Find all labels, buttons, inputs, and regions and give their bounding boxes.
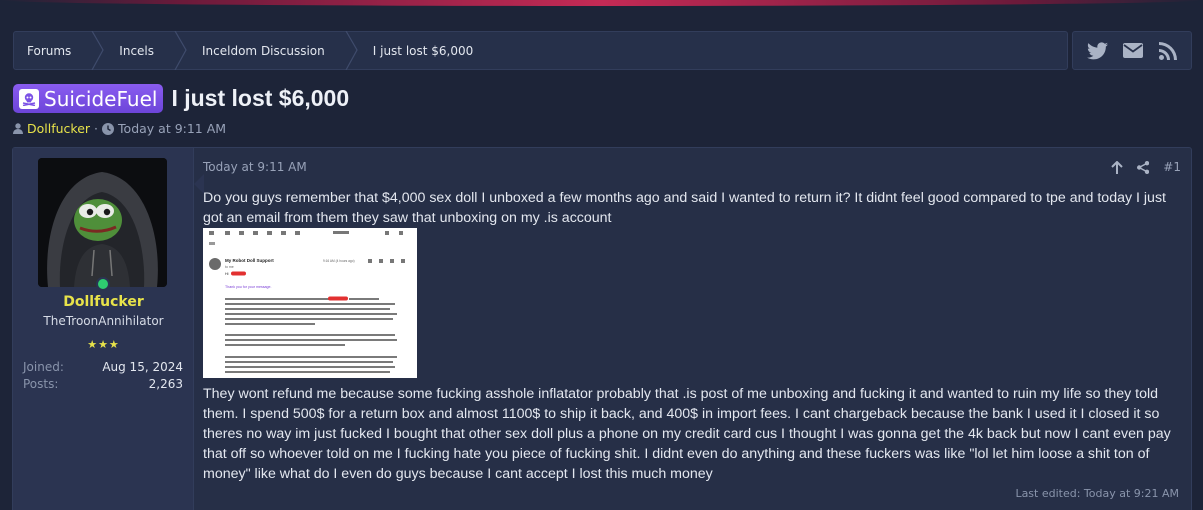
- page-title: I just lost $6,000: [171, 85, 350, 111]
- stat-label: Joined:: [23, 360, 64, 374]
- user-icon: [13, 123, 23, 134]
- post-text-paragraph-2: They wont refund me because some fucking…: [203, 386, 1171, 482]
- breadcrumb-inceldom-discussion[interactable]: Inceldom Discussion: [188, 32, 345, 69]
- post-text-paragraph-1: Do you guys remember that $4,000 sex dol…: [203, 190, 1166, 226]
- clock-icon: [102, 122, 115, 135]
- post-author-username[interactable]: Dollfucker: [13, 294, 194, 310]
- share-links: [1072, 31, 1192, 70]
- breadcrumb: Forums Incels Inceldom Discussion I just…: [13, 31, 1068, 70]
- user-rank-stars: ★★★: [87, 338, 120, 351]
- breadcrumb-forums[interactable]: Forums: [14, 32, 91, 69]
- share-icon[interactable]: [1137, 160, 1150, 174]
- top-accent-bar: [0, 0, 1203, 6]
- post-timestamp[interactable]: Today at 9:11 AM: [203, 160, 307, 174]
- breadcrumb-separator: [345, 31, 359, 70]
- post-actions: #1: [1111, 160, 1181, 174]
- breadcrumb-separator: [91, 31, 105, 70]
- prefix-label: SuicideFuel: [44, 86, 158, 111]
- thread-date[interactable]: Today at 9:11 AM: [118, 121, 226, 136]
- breadcrumb-incels[interactable]: Incels: [105, 32, 174, 69]
- post-header: Today at 9:11 AM #1: [203, 160, 1181, 174]
- skull-icon: [19, 88, 39, 109]
- breadcrumb-separator: [174, 31, 188, 70]
- rss-icon[interactable]: [1159, 41, 1178, 60]
- email-recipient: to me: [225, 265, 234, 269]
- breadcrumb-label: I just lost $6,000: [372, 43, 474, 58]
- thread-meta: Dollfucker · Today at 9:11 AM: [13, 121, 226, 136]
- thread-title-row: SuicideFuel I just lost $6,000: [13, 84, 349, 113]
- online-status-indicator: [96, 277, 110, 291]
- stat-value: 2,263: [148, 377, 183, 391]
- post-message: Dollfucker TheTroonAnnihilator ★★★ Joine…: [12, 147, 1192, 510]
- breadcrumb-current-thread[interactable]: I just lost $6,000: [359, 32, 494, 69]
- stat-value: Aug 15, 2024: [102, 360, 183, 374]
- arrow-up-icon[interactable]: [1111, 160, 1124, 174]
- thread-author-link[interactable]: Dollfucker: [27, 121, 90, 136]
- breadcrumb-label: Forums: [27, 43, 72, 58]
- user-title: TheTroonAnnihilator: [43, 314, 164, 328]
- email-greeting: Hi: [225, 272, 229, 276]
- thread-prefix-badge[interactable]: SuicideFuel: [13, 84, 164, 113]
- stat-label: Posts:: [23, 377, 59, 391]
- breadcrumb-label: Inceldom Discussion: [202, 43, 325, 58]
- meta-separator: ·: [94, 121, 99, 136]
- breadcrumb-label: Incels: [119, 43, 155, 58]
- email-screenshot-attachment[interactable]: My Robot Doll Support to me 9:16 AM (4 h…: [203, 228, 417, 378]
- post-user-pane: Dollfucker TheTroonAnnihilator ★★★ Joine…: [13, 148, 194, 510]
- stat-joined: Joined: Aug 15, 2024: [23, 360, 183, 374]
- email-sender: My Robot Doll Support: [225, 258, 274, 263]
- avatar[interactable]: [38, 158, 167, 287]
- email-icon[interactable]: [1123, 43, 1144, 58]
- stat-posts: Posts: 2,263: [23, 377, 183, 391]
- email-time: 9:16 AM (4 hours ago): [323, 259, 355, 263]
- twitter-icon[interactable]: [1086, 41, 1108, 60]
- post-number-link[interactable]: #1: [1163, 160, 1181, 174]
- email-thanks: Thank you for your message.: [225, 285, 272, 289]
- last-edited-note: Last edited: Today at 9:21 AM: [1015, 487, 1179, 500]
